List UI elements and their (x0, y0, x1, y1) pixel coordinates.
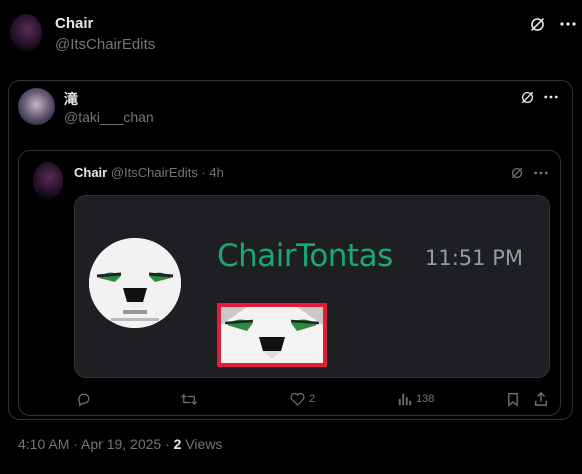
like-button[interactable]: 2 (290, 392, 315, 406)
quote-avatar[interactable] (18, 88, 55, 125)
message-avatar (89, 238, 181, 328)
inner-author-handle[interactable]: @ItsChairEdits (111, 165, 198, 180)
author-name[interactable]: Chair (55, 15, 93, 32)
inner-time[interactable]: 4h (209, 165, 223, 180)
like-count: 2 (309, 393, 316, 405)
reply-button[interactable] (76, 392, 91, 407)
grok-icon[interactable] (510, 166, 524, 180)
message-sticker-image (217, 303, 327, 367)
inner-author-name[interactable]: Chair (74, 165, 107, 180)
retweet-icon (181, 394, 197, 405)
message-timestamp: 11:51 PM (425, 246, 523, 270)
retweet-button[interactable] (180, 392, 198, 407)
share-icon (535, 391, 547, 406)
author-avatar[interactable] (10, 14, 42, 52)
like-icon (290, 392, 305, 406)
inner-dot: · (201, 165, 206, 180)
quote-author-handle[interactable]: @taki___chan (64, 109, 154, 125)
views-label: Views (181, 436, 223, 452)
tweet-media-image[interactable]: ChairTontas 11:51 PM (74, 195, 550, 378)
views-count: 138 (416, 393, 435, 405)
more-icon[interactable] (560, 22, 576, 26)
grok-icon[interactable] (529, 16, 546, 33)
bookmark-button[interactable] (507, 392, 519, 407)
grok-icon[interactable] (520, 90, 535, 105)
bookmark-icon (508, 393, 518, 407)
more-icon[interactable] (534, 171, 548, 175)
inner-avatar[interactable] (33, 162, 63, 200)
more-icon[interactable] (544, 95, 558, 99)
tweet-timestamp[interactable]: 4:10 AM · Apr 19, 2025 · (18, 436, 174, 452)
views-button[interactable]: 138 (398, 392, 434, 406)
tweet-meta: 4:10 AM · Apr 19, 2025 · 2 Views (18, 436, 222, 452)
views-icon (398, 393, 412, 406)
author-handle[interactable]: @ItsChairEdits (55, 36, 155, 53)
message-username: ChairTontas (217, 238, 393, 274)
quote-author-name[interactable]: 滝 (64, 89, 78, 109)
reply-icon (78, 393, 90, 407)
share-button[interactable] (534, 391, 548, 407)
